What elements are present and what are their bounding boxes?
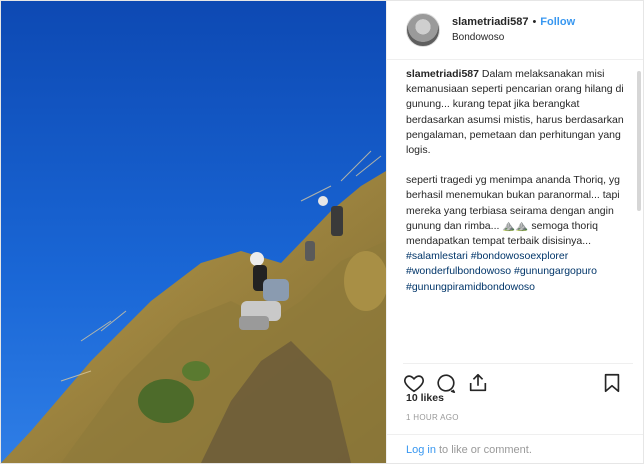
post-sidebar: slametriadi587 • Follow Bondowoso slamet… [386,1,643,463]
post-photo[interactable] [1,1,386,463]
mountain-emoji: ⛰️⛰️ [502,219,529,232]
caption-paragraph-1: slametriadi587 Dalam melaksanakan misi k… [406,67,633,158]
caption-text-1: Dalam melaksanakan misi kemanusiaan sepe… [406,68,624,157]
location-link[interactable]: Bondowoso [452,30,575,45]
post-timestamp[interactable]: 1 HOUR AGO [406,413,459,422]
hashtag-line[interactable]: #salamlestari #bondowosoexplorer [406,249,633,264]
login-text: to like or comment. [438,443,532,456]
comments-scrollbar[interactable] [637,71,641,211]
likes-count[interactable]: 10 likes [406,392,444,404]
hashtag-line[interactable]: #wonderfulbondowoso #gunungargopuro [406,264,633,279]
comment-icon[interactable] [435,372,457,394]
bookmark-icon[interactable] [601,372,623,394]
caption-paragraph-2: seperti tragedi yg menimpa ananda Thoriq… [406,173,633,249]
header-info: slametriadi587 • Follow Bondowoso [452,15,575,45]
header-separator: • [532,16,537,28]
login-bar: Log in to like or comment. [387,434,643,464]
instagram-post: slametriadi587 • Follow Bondowoso slamet… [0,0,644,464]
mountain-climbers-photo [1,1,386,463]
caption-username[interactable]: slametriadi587 [406,68,479,80]
hashtag-line[interactable]: #gunungpiramidbondowoso [406,280,633,295]
login-link[interactable]: Log in [406,444,436,456]
header-row: slametriadi587 • Follow [452,15,575,30]
heart-icon[interactable] [403,372,425,394]
share-icon[interactable] [467,372,489,394]
avatar[interactable] [406,13,440,47]
post-header: slametriadi587 • Follow Bondowoso [387,1,643,60]
follow-button[interactable]: Follow [540,15,575,30]
header-username[interactable]: slametriadi587 [452,15,528,30]
caption-area: slametriadi587 Dalam melaksanakan misi k… [406,67,633,355]
